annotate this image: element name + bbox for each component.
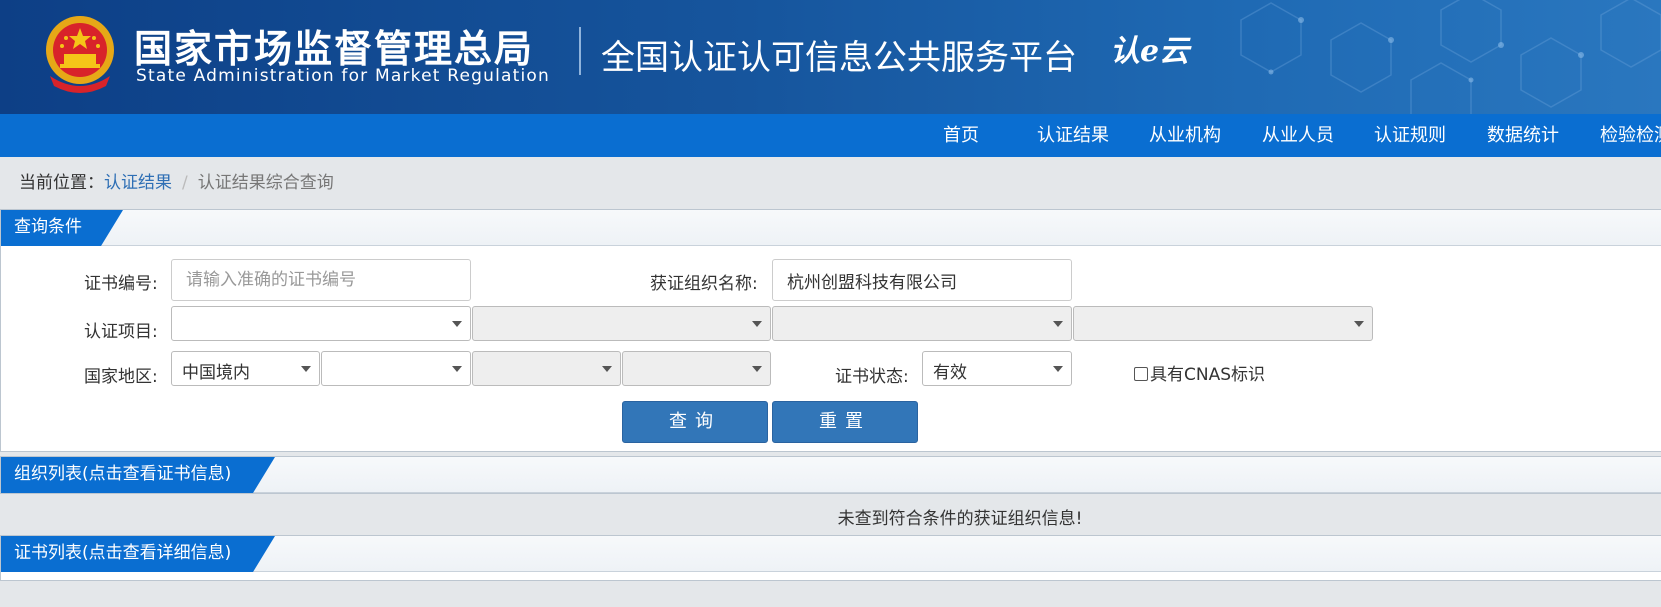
site-header: 国家市场监督管理总局 State Administration for Mark… xyxy=(0,0,1661,114)
main-nav: 首页 认证结果 从业机构 从业人员 认证规则 数据统计 检验检测 xyxy=(0,114,1661,157)
chevron-down-icon xyxy=(1354,321,1364,327)
cert-list-panel-title: 证书列表(点击查看详细信息) xyxy=(14,543,232,563)
breadcrumb-current: 认证结果综合查询 xyxy=(197,173,334,193)
cert-list-panel: 证书列表(点击查看详细信息) xyxy=(0,535,1661,581)
query-button[interactable]: 查询 xyxy=(622,401,768,443)
nav-item-statistics[interactable]: 数据统计 xyxy=(1487,114,1559,157)
chevron-down-icon xyxy=(452,321,462,327)
cert-project-select-2[interactable] xyxy=(472,306,771,341)
org-name-input[interactable] xyxy=(772,259,1072,301)
cert-no-label: 证书编号: xyxy=(84,274,158,294)
select-value: 有效 xyxy=(933,363,967,383)
breadcrumb-separator: / xyxy=(182,173,188,193)
hexagon-pattern-decoration xyxy=(1240,0,1661,114)
platform-logo: 认e云 xyxy=(1110,34,1190,69)
nav-item-home[interactable]: 首页 xyxy=(943,114,979,157)
org-list-panel: 组织列表(点击查看证书信息) xyxy=(0,456,1661,494)
cert-no-input[interactable] xyxy=(171,259,471,301)
nav-item-cert-results[interactable]: 认证结果 xyxy=(1037,114,1109,157)
cert-list-panel-header: 证书列表(点击查看详细信息) xyxy=(1,536,1661,572)
national-emblem-icon xyxy=(46,16,114,93)
region-select-2[interactable] xyxy=(321,351,471,386)
chevron-down-icon xyxy=(752,366,762,372)
query-panel-header: 查询条件 xyxy=(1,210,1661,246)
cnas-checkbox[interactable]: 具有CNAS标识 xyxy=(1134,360,1265,385)
region-select-1[interactable]: 中国境内 xyxy=(171,351,320,386)
breadcrumb-link-cert-results[interactable]: 认证结果 xyxy=(104,173,172,193)
cert-project-label: 认证项目: xyxy=(84,322,158,342)
cert-project-select-1[interactable] xyxy=(171,306,471,341)
header-divider xyxy=(579,27,581,75)
cert-status-select[interactable]: 有效 xyxy=(922,351,1072,386)
cert-project-select-4[interactable] xyxy=(1073,306,1373,341)
chevron-down-icon xyxy=(452,366,462,372)
query-panel-tab: 查询条件 xyxy=(1,210,123,246)
chevron-down-icon xyxy=(752,321,762,327)
org-list-empty-message: 未查到符合条件的获证组织信息! xyxy=(837,509,1083,529)
cert-list-panel-tab: 证书列表(点击查看详细信息) xyxy=(1,536,275,572)
org-name-cn: 国家市场监督管理总局 xyxy=(134,27,535,71)
chevron-down-icon xyxy=(301,366,311,372)
select-value: 中国境内 xyxy=(182,363,250,383)
cnas-checkbox-label: 具有CNAS标识 xyxy=(1150,365,1266,385)
reset-button[interactable]: 重置 xyxy=(772,401,918,443)
org-list-panel-header: 组织列表(点击查看证书信息) xyxy=(1,457,1661,493)
cert-status-label: 证书状态: xyxy=(835,367,909,387)
nav-item-personnel[interactable]: 从业人员 xyxy=(1262,114,1334,157)
nav-item-institutions[interactable]: 从业机构 xyxy=(1149,114,1221,157)
nav-item-cert-rules[interactable]: 认证规则 xyxy=(1374,114,1446,157)
org-name-label: 获证组织名称: xyxy=(650,274,758,294)
region-select-4[interactable] xyxy=(622,351,771,386)
platform-title: 全国认证认可信息公共服务平台 xyxy=(601,38,1077,78)
nav-item-inspection[interactable]: 检验检测 xyxy=(1600,114,1661,157)
breadcrumb: 当前位置：认证结果 / 认证结果综合查询 xyxy=(19,168,334,193)
query-panel-title: 查询条件 xyxy=(14,217,82,237)
chevron-down-icon xyxy=(1053,321,1063,327)
region-label: 国家地区: xyxy=(84,367,158,387)
org-list-panel-tab: 组织列表(点击查看证书信息) xyxy=(1,457,275,493)
org-list-panel-title: 组织列表(点击查看证书信息) xyxy=(14,464,232,484)
checkbox-box[interactable] xyxy=(1134,367,1148,381)
cert-project-select-3[interactable] xyxy=(772,306,1072,341)
chevron-down-icon xyxy=(602,366,612,372)
chevron-down-icon xyxy=(1053,366,1063,372)
breadcrumb-prefix: 当前位置： xyxy=(19,173,104,193)
region-select-3[interactable] xyxy=(472,351,621,386)
org-name-en: State Administration for Market Regulati… xyxy=(136,66,550,86)
